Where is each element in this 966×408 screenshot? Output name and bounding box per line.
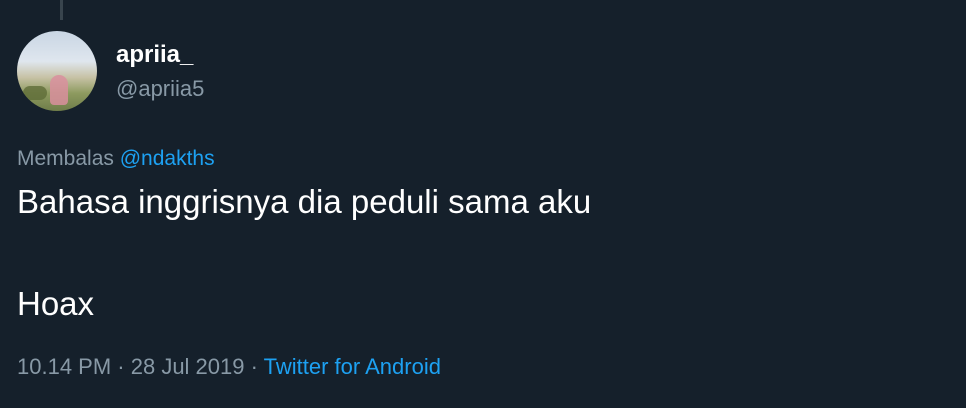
meta-separator: ·	[244, 354, 264, 379]
tweet-text-line-2: Hoax	[17, 285, 95, 322]
reply-prefix: Membalas	[17, 147, 114, 170]
tweet-time[interactable]: 10.14 PM	[17, 354, 111, 379]
tweet-source-link[interactable]: Twitter for Android	[264, 354, 441, 379]
tweet-card: apriia_ @apriia5 Membalas @ndakths Bahas…	[0, 0, 966, 408]
reply-context: Membalas @ndakths	[17, 145, 215, 173]
user-display-name[interactable]: apriia_	[116, 40, 193, 70]
avatar-photo-person	[50, 75, 68, 105]
tweet-text-line-1: Bahasa inggrisnya dia peduli sama aku	[17, 183, 592, 220]
meta-separator: ·	[111, 354, 131, 379]
avatar-photo-bush	[23, 86, 47, 100]
avatar[interactable]	[17, 31, 97, 111]
thread-connector-line	[60, 0, 63, 20]
tweet-meta: 10.14 PM · 28 Jul 2019 · Twitter for And…	[17, 352, 441, 382]
user-handle[interactable]: @apriia5	[116, 75, 204, 103]
tweet-date[interactable]: 28 Jul 2019	[131, 354, 245, 379]
reply-mention-link[interactable]: @ndakths	[120, 147, 215, 170]
